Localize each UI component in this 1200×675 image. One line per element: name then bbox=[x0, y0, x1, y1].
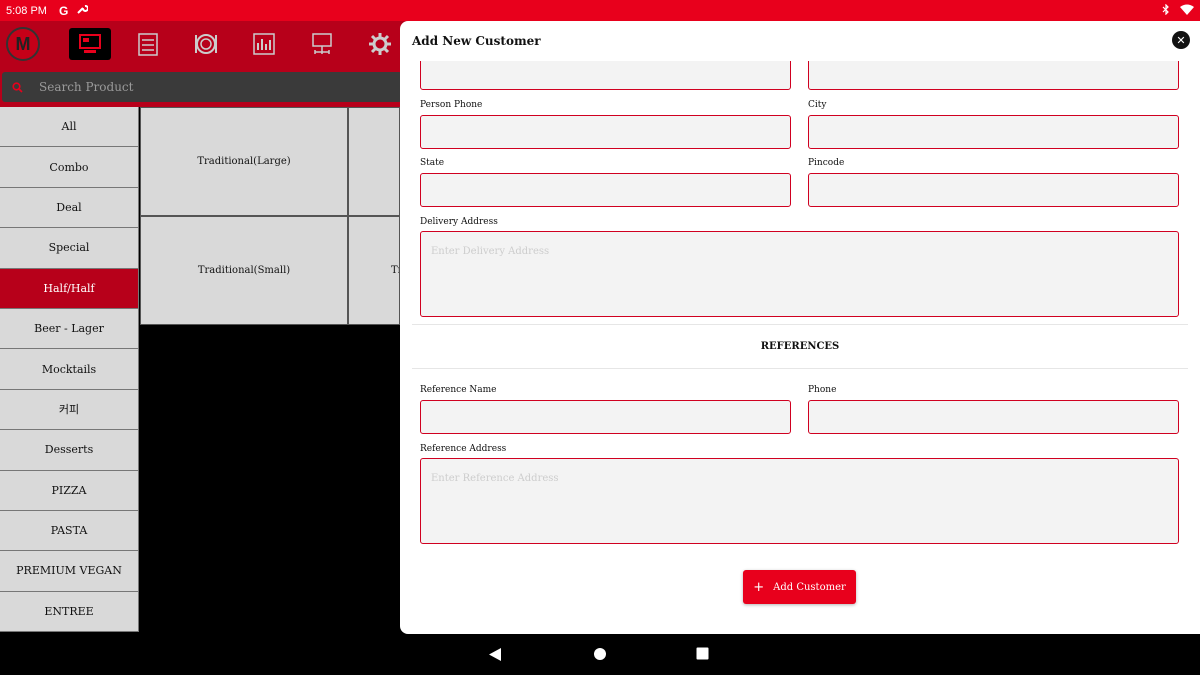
category-list: All Combo Deal Special Half/Half Beer - … bbox=[0, 107, 139, 633]
pincode-label: Pincode bbox=[808, 158, 845, 168]
dialog-body: Person Phone City State Pincode Delivery… bbox=[400, 61, 1200, 634]
category-item-combo[interactable]: Combo bbox=[0, 147, 139, 188]
pos-terminal-icon bbox=[79, 34, 101, 53]
chart-icon bbox=[253, 33, 275, 55]
state-field[interactable] bbox=[420, 173, 791, 207]
plate-cutlery-icon bbox=[195, 34, 217, 54]
references-heading: REFERENCES bbox=[412, 324, 1188, 369]
delivery-address-field[interactable] bbox=[420, 231, 1179, 317]
reference-address-label: Reference Address bbox=[420, 444, 507, 454]
category-item-deal[interactable]: Deal bbox=[0, 187, 139, 229]
city-group: City bbox=[808, 100, 1179, 149]
back-icon[interactable] bbox=[488, 647, 502, 662]
category-item-premium-vegan[interactable]: PREMIUM VEGAN bbox=[0, 551, 139, 592]
dining-button[interactable] bbox=[185, 28, 227, 60]
wrench-icon bbox=[76, 3, 90, 18]
app-logo: M bbox=[6, 27, 40, 61]
category-item-coffee[interactable]: 커피 bbox=[0, 389, 139, 431]
google-icon: G bbox=[58, 3, 69, 18]
add-customer-button[interactable]: + Add Customer bbox=[743, 570, 856, 604]
status-time: 5:08 PM bbox=[6, 4, 47, 17]
category-item-special[interactable]: Special bbox=[0, 228, 139, 269]
delivery-address-group: Delivery Address bbox=[420, 217, 1179, 321]
orders-button[interactable] bbox=[127, 28, 169, 60]
pincode-field[interactable] bbox=[808, 173, 1179, 207]
add-customer-dialog: Add New Customer ✕ Person Phone City Sta… bbox=[400, 21, 1200, 634]
dialog-title: Add New Customer bbox=[412, 34, 541, 48]
network-button[interactable] bbox=[301, 28, 343, 60]
city-field[interactable] bbox=[808, 115, 1179, 149]
reference-name-label: Reference Name bbox=[420, 385, 497, 395]
category-item-entree[interactable]: ENTREE bbox=[0, 591, 139, 633]
top-left-field[interactable] bbox=[420, 61, 791, 90]
recents-icon[interactable] bbox=[696, 647, 709, 660]
category-item-beer-lager[interactable]: Beer - Lager bbox=[0, 308, 139, 350]
pos-terminal-button[interactable] bbox=[69, 28, 111, 60]
state-group: State bbox=[420, 158, 791, 207]
state-label: State bbox=[420, 158, 445, 168]
reference-name-field[interactable] bbox=[420, 400, 791, 434]
checklist-icon bbox=[138, 33, 158, 56]
settings-button[interactable] bbox=[359, 28, 401, 60]
person-phone-label: Person Phone bbox=[420, 100, 483, 110]
home-icon[interactable] bbox=[593, 647, 607, 661]
search-bar bbox=[0, 67, 402, 107]
plus-icon: + bbox=[753, 579, 765, 595]
person-phone-field[interactable] bbox=[420, 115, 791, 149]
reference-address-group: Reference Address bbox=[420, 444, 1179, 548]
wifi-icon bbox=[1180, 4, 1194, 18]
person-phone-group: Person Phone bbox=[420, 100, 791, 149]
phone-label: Phone bbox=[808, 385, 837, 395]
reference-address-field[interactable] bbox=[420, 458, 1179, 544]
phone-group: Phone bbox=[808, 385, 1179, 434]
phone-field[interactable] bbox=[808, 400, 1179, 434]
close-icon[interactable]: ✕ bbox=[1172, 31, 1190, 49]
reports-button[interactable] bbox=[243, 28, 285, 60]
category-item-pasta[interactable]: PASTA bbox=[0, 510, 139, 552]
status-bar: 5:08 PM G bbox=[0, 0, 1200, 21]
add-customer-label: Add Customer bbox=[773, 581, 846, 593]
search-icon bbox=[12, 81, 23, 93]
delivery-address-label: Delivery Address bbox=[420, 217, 498, 227]
category-item-pizza[interactable]: PIZZA bbox=[0, 470, 139, 511]
category-item-mocktails[interactable]: Mocktails bbox=[0, 349, 139, 390]
system-nav-bar bbox=[0, 634, 1200, 675]
product-tile[interactable] bbox=[348, 107, 400, 216]
product-tile[interactable]: Traditional(Small) bbox=[140, 216, 348, 325]
category-item-desserts[interactable]: Desserts bbox=[0, 430, 139, 471]
bluetooth-icon bbox=[1162, 3, 1170, 18]
pincode-group: Pincode bbox=[808, 158, 1179, 207]
category-item-all[interactable]: All bbox=[0, 107, 139, 148]
product-tile[interactable]: Traditional(Large) bbox=[140, 107, 348, 216]
search-input[interactable] bbox=[39, 80, 339, 94]
top-right-field[interactable] bbox=[808, 61, 1179, 90]
monitor-network-icon bbox=[312, 33, 332, 54]
gear-icon bbox=[369, 33, 391, 55]
category-item-half-half[interactable]: Half/Half bbox=[0, 268, 139, 309]
reference-name-group: Reference Name bbox=[420, 385, 791, 434]
product-tile[interactable]: Tr bbox=[348, 216, 400, 325]
city-label: City bbox=[808, 100, 827, 110]
product-grid: Traditional(Large) Traditional(Small) Tr bbox=[140, 107, 400, 325]
search-box[interactable] bbox=[2, 72, 402, 102]
